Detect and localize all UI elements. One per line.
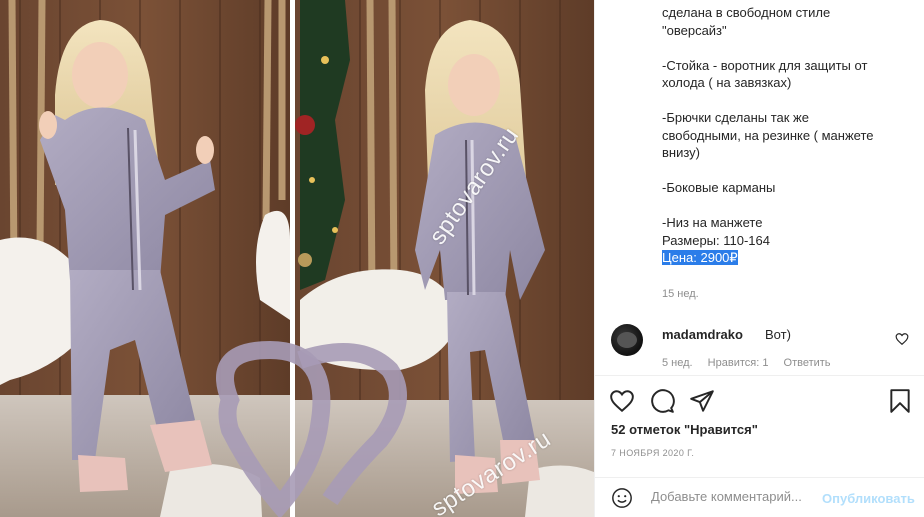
caption-line: -Стойка - воротник для защиты от — [662, 57, 868, 73]
post-side-panel: сделана в свободном стиле "оверсайз" -Ст… — [594, 0, 924, 517]
caption-line: свободными, на резинке ( манжете — [662, 127, 874, 143]
post-caption: сделана в свободном стиле "оверсайз" -Ст… — [662, 4, 912, 267]
comment-icon[interactable] — [649, 388, 675, 414]
likes-count[interactable]: 52 отметок "Нравится" — [611, 422, 758, 437]
comment-text: Вот) — [765, 327, 791, 342]
post-photo[interactable]: sptovarov.ru sptovarov.ru — [0, 0, 594, 517]
commenter-avatar[interactable] — [611, 324, 643, 356]
caption-line: -Низ на манжете — [662, 215, 763, 230]
post-actions — [609, 388, 917, 414]
comment-time[interactable]: 5 нед. — [662, 357, 693, 369]
add-comment-row: Опубликовать — [595, 478, 924, 517]
caption-sizes: Размеры: 110-164 — [662, 232, 770, 248]
comment-username[interactable]: madamdrako — [662, 327, 743, 342]
caption-price-selected: Цена: 2900₽ — [662, 250, 738, 265]
comment-likes[interactable]: Нравится: 1 — [708, 357, 769, 369]
comment-like-heart-icon[interactable] — [895, 332, 909, 346]
caption-line: холода ( на завязках) — [662, 75, 792, 90]
caption-line: внизу) — [662, 145, 700, 160]
comment-item: madamdrako Вот) 5 нед. Нравится: 1 Ответ… — [611, 322, 915, 372]
caption-line: -Боковые карманы — [662, 180, 776, 195]
caption-line: -Брючки сделаны так же — [662, 110, 809, 125]
caption-line: "оверсайз" — [662, 22, 727, 38]
emoji-icon[interactable] — [611, 487, 633, 509]
add-comment-input[interactable] — [651, 489, 819, 504]
caption-line: сделана в свободном стиле — [662, 5, 831, 20]
post-date[interactable]: 7 НОЯБРЯ 2020 Г. — [611, 448, 694, 458]
bookmark-icon[interactable] — [887, 388, 913, 414]
share-icon[interactable] — [689, 388, 715, 414]
heart-icon[interactable] — [609, 388, 635, 414]
publish-button[interactable]: Опубликовать — [822, 491, 915, 506]
divider — [595, 375, 924, 376]
photo-illustration — [0, 0, 594, 517]
caption-timestamp[interactable]: 15 нед. — [662, 288, 699, 300]
comment-reply-button[interactable]: Ответить — [784, 357, 831, 369]
comment-meta: 5 нед. Нравится: 1 Ответить — [662, 357, 843, 369]
